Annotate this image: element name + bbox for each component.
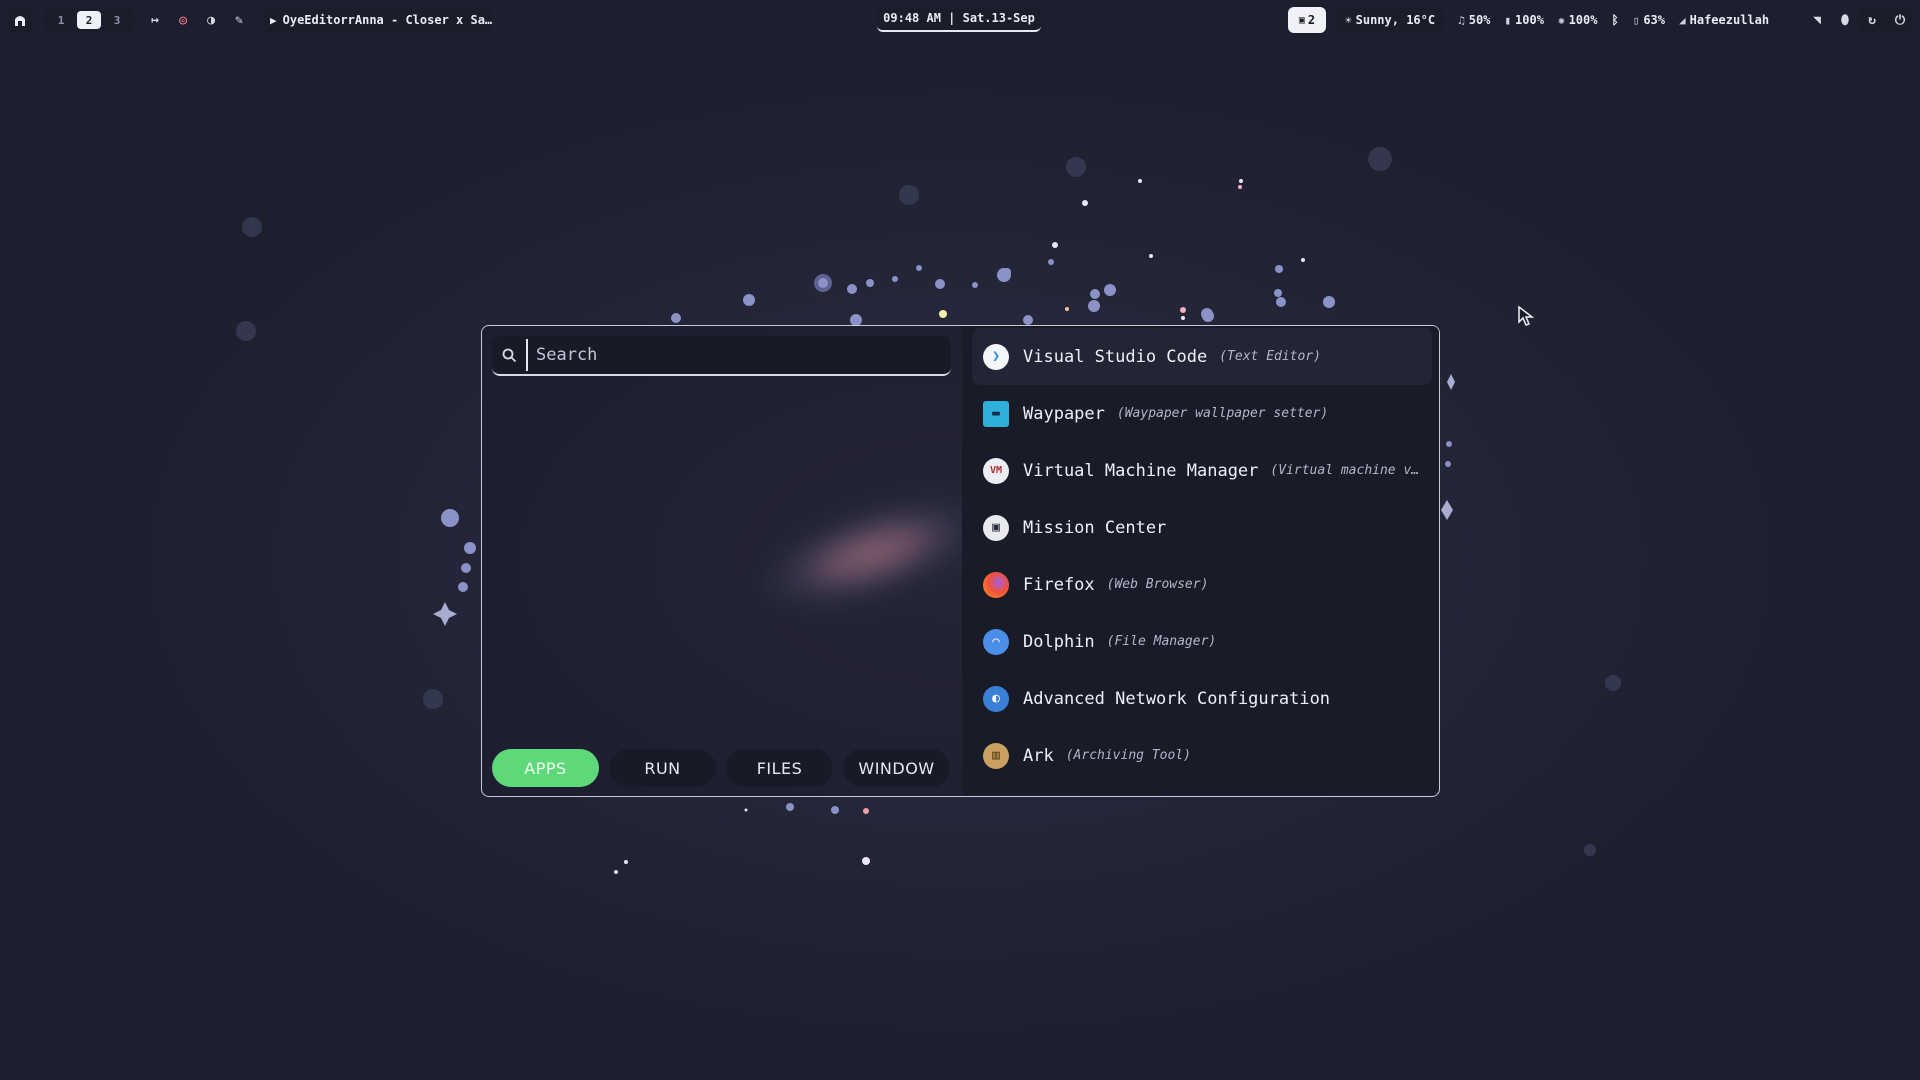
app-results-list: ❯ Visual Studio Code (Text Editor) ▬ Way…: [972, 328, 1432, 784]
clock-widget[interactable]: 09:48 AM | Sat.13-Sep: [877, 6, 1041, 32]
workspace-1[interactable]: 1: [49, 11, 73, 29]
media-player-widget[interactable]: ▶ OyeEditorrAnna - Closer x Sa…: [262, 7, 492, 33]
notification-count: 2: [1307, 13, 1316, 27]
ark-icon: ▥: [983, 742, 1009, 769]
app-description: (File Manager): [1106, 634, 1217, 649]
app-name: Visual Studio Code: [1023, 346, 1208, 367]
signal-icon: ◢: [1679, 13, 1686, 27]
sun-icon: ☀: [1345, 13, 1352, 27]
list-item[interactable]: ▬ Waypaper (Waypaper wallpaper setter): [972, 385, 1432, 442]
status-area: ☀ Sunny, 16°C ♫ 50% ▮ 100% ✺ 100% ᛒ ▯ 63…: [1336, 7, 1769, 33]
list-item[interactable]: ▥ Ark (Archiving Tool): [972, 727, 1432, 784]
list-item[interactable]: ❯ Visual Studio Code (Text Editor): [972, 328, 1432, 385]
search-icon: [492, 348, 526, 363]
weather-text: Sunny, 16°C: [1355, 13, 1436, 27]
app-description: (Waypaper wallpaper setter): [1116, 406, 1329, 421]
waypaper-icon: ▬: [983, 400, 1009, 427]
system-tray: ◥ ⬮: [1808, 7, 1854, 33]
headphone-volume[interactable]: ♫ 50%: [1458, 13, 1490, 27]
user-widget[interactable]: ◢ Hafeezullah: [1679, 13, 1769, 27]
app-name: Mission Center: [1023, 517, 1167, 538]
power-icon[interactable]: ⏻: [1891, 11, 1909, 29]
tab-run[interactable]: RUN: [609, 749, 716, 787]
mic-volume[interactable]: ▮ 100%: [1504, 13, 1544, 27]
play-icon: ▶: [270, 13, 277, 27]
battery[interactable]: ▯ 63%: [1633, 13, 1665, 27]
virt-manager-icon: VM: [983, 457, 1009, 484]
app-name: Ark: [1023, 745, 1054, 766]
bluetooth-icon[interactable]: ᛒ: [1611, 13, 1618, 27]
tab-window[interactable]: WINDOW: [843, 749, 950, 787]
power-controls: ↻ ⏻: [1858, 7, 1914, 33]
brightness[interactable]: ✺ 100%: [1558, 13, 1598, 27]
workspace-switcher: 1 2 3: [44, 7, 134, 33]
launcher-mode-tabs: APPS RUN FILES WINDOW: [492, 749, 950, 787]
battery-value: 63%: [1643, 13, 1665, 27]
list-item[interactable]: VM Virtual Machine Manager (Virtual mach…: [972, 442, 1432, 499]
clock-text: 09:48 AM | Sat.13-Sep: [883, 11, 1035, 25]
headphone-volume-value: 50%: [1468, 13, 1491, 27]
user-name: Hafeezullah: [1689, 13, 1770, 27]
dolphin-icon: ⌒: [983, 628, 1009, 655]
mission-center-icon: ▣: [983, 514, 1009, 541]
search-box[interactable]: [492, 336, 951, 376]
arch-launcher-button[interactable]: [6, 7, 34, 33]
workspace-3[interactable]: 3: [105, 11, 129, 29]
network-icon: ◐: [983, 685, 1009, 712]
app-name: Advanced Network Configuration: [1023, 688, 1331, 709]
mic-volume-value: 100%: [1515, 13, 1544, 27]
tray-app-icon[interactable]: ⬮: [1836, 11, 1854, 29]
brightness-icon: ✺: [1557, 13, 1565, 27]
media-title: OyeEditorrAnna - Closer x Sa…: [282, 13, 492, 27]
top-bar: 1 2 3 ↦ ◎ ◑ ✎ ▶ OyeEditorrAnna - Closer …: [0, 0, 1920, 40]
app-description: (Archiving Tool): [1065, 748, 1191, 763]
app-name: Firefox: [1023, 574, 1095, 595]
headphones-icon: ♫: [1458, 13, 1465, 27]
mouse-cursor-icon: [1518, 305, 1535, 326]
screen-record-icon[interactable]: ◎: [174, 11, 192, 29]
microphone-icon: ▮: [1504, 13, 1512, 27]
notification-button[interactable]: ▣ 2: [1288, 7, 1326, 33]
battery-icon: ▯: [1632, 13, 1640, 27]
quick-actions: ↦ ◎ ◑ ✎: [146, 7, 248, 33]
theme-toggle-icon[interactable]: ◑: [202, 11, 220, 29]
notification-icon: ▣: [1298, 14, 1305, 26]
home-icon: [15, 16, 25, 26]
weather-widget[interactable]: ☀ Sunny, 16°C: [1336, 7, 1445, 33]
list-item[interactable]: ▣ Mission Center: [972, 499, 1432, 556]
app-description: (Web Browser): [1106, 577, 1209, 592]
refresh-icon[interactable]: ↻: [1863, 11, 1881, 29]
list-item[interactable]: Firefox (Web Browser): [972, 556, 1432, 613]
app-launcher: APPS RUN FILES WINDOW ❯ Visual Studio Co…: [481, 325, 1440, 797]
brightness-value: 100%: [1568, 13, 1598, 27]
search-input[interactable]: [526, 339, 951, 371]
list-item[interactable]: ◐ Advanced Network Configuration: [972, 670, 1432, 727]
move-window-icon[interactable]: ↦: [146, 11, 164, 29]
vscode-icon: ❯: [983, 343, 1009, 370]
app-name: Virtual Machine Manager: [1023, 460, 1259, 481]
app-name: Dolphin: [1023, 631, 1095, 652]
app-name: Waypaper: [1023, 403, 1105, 424]
color-picker-icon[interactable]: ✎: [230, 11, 248, 29]
app-description: (Virtual machine v…: [1270, 463, 1420, 478]
wifi-icon[interactable]: ◥: [1808, 11, 1826, 29]
tab-files[interactable]: FILES: [726, 749, 833, 787]
app-description: (Text Editor): [1219, 349, 1321, 364]
firefox-icon: [983, 571, 1009, 598]
tab-apps[interactable]: APPS: [492, 749, 599, 787]
results-pane: ❯ Visual Studio Code (Text Editor) ▬ Way…: [962, 326, 1439, 795]
workspace-2[interactable]: 2: [77, 11, 101, 29]
list-item[interactable]: ⌒ Dolphin (File Manager): [972, 613, 1432, 670]
